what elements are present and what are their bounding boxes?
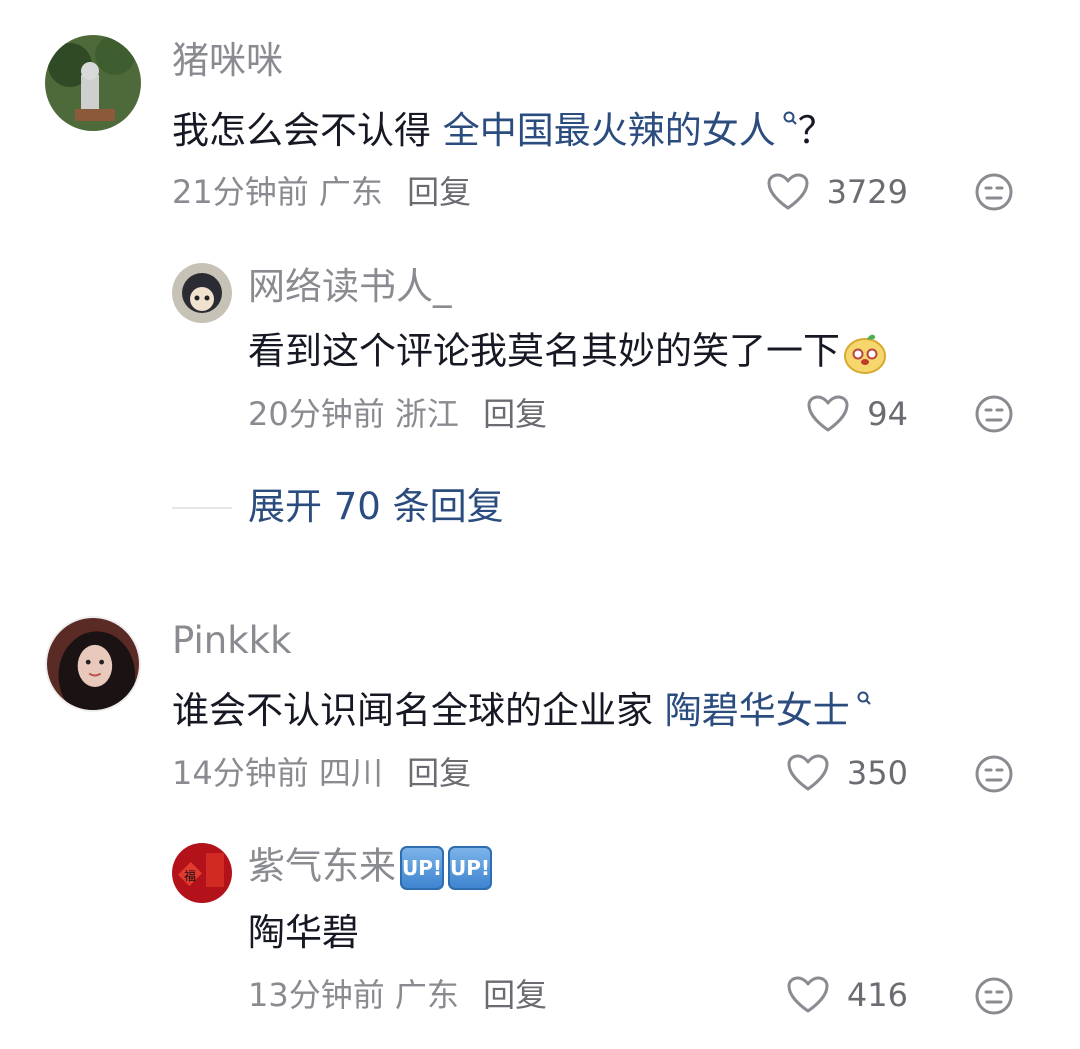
reply-meta: 20分钟前 浙江 回复 [248, 398, 547, 430]
comment-username[interactable]: Pinkkk [172, 622, 292, 659]
reply-button[interactable]: 回复 [483, 976, 547, 1014]
reply-username: 紫气东来 UP! UP! [248, 846, 492, 890]
like-button[interactable]: 416 [787, 973, 908, 1017]
avatar[interactable] [45, 35, 141, 131]
like-count: 416 [846, 976, 908, 1014]
comment-meta: 21分钟前 广东 回复 [172, 176, 471, 208]
reply-text: 看到这个评论我莫名其妙的笑了一下 [248, 330, 888, 376]
comment-location: 广东 [318, 173, 383, 211]
reply-meta: 13分钟前 广东 回复 [248, 979, 547, 1011]
reply-time: 20分钟前 [248, 395, 385, 433]
reply-button[interactable]: 回复 [407, 173, 471, 211]
like-button[interactable]: 350 [787, 751, 908, 795]
reply-username-text[interactable]: 紫气东来 [248, 845, 396, 888]
heart-icon [787, 754, 829, 791]
comment-location: 四川 [318, 754, 383, 792]
up-badge: UP! [400, 846, 444, 890]
up-badge: UP! [448, 846, 492, 890]
like-count: 94 [867, 395, 908, 433]
search-icon[interactable] [856, 690, 872, 706]
comment-text-suffix: ？ [797, 109, 835, 152]
expand-replies-button[interactable]: 展开 70 条回复 [248, 488, 504, 525]
avatar[interactable] [45, 616, 141, 712]
reply-text-content: 看到这个评论我莫名其妙的笑了一下 [248, 329, 840, 373]
comment-username[interactable]: 猪咪咪 [172, 42, 283, 79]
search-icon[interactable] [782, 110, 798, 126]
svg-text:福: 福 [184, 868, 196, 883]
like-count: 350 [846, 754, 908, 792]
reply-location: 广东 [394, 976, 459, 1014]
comment-time: 14分钟前 [172, 754, 309, 792]
comment-text-prefix: 我怎么会不认得 [172, 109, 443, 152]
heart-icon [767, 173, 809, 210]
avatar[interactable]: 福 [172, 843, 232, 903]
dislike-face-icon[interactable] [974, 976, 1014, 1016]
like-button[interactable]: 94 [807, 392, 908, 436]
reply-button[interactable]: 回复 [483, 395, 547, 433]
reply-time: 13分钟前 [248, 976, 385, 1014]
reply-username[interactable]: 网络读书人_ [248, 268, 452, 305]
comment-meta: 14分钟前 四川 回复 [172, 757, 471, 789]
heart-icon [787, 976, 829, 1013]
like-button[interactable]: 3729 [767, 170, 908, 214]
reply-button[interactable]: 回复 [407, 754, 471, 792]
like-count: 3729 [826, 173, 908, 211]
avatar[interactable] [172, 263, 232, 323]
comment-text: 我怎么会不认得 全中国最火辣的女人 ？ [172, 109, 835, 152]
heart-icon [807, 395, 849, 432]
dislike-face-icon[interactable] [974, 172, 1014, 212]
comment-text-prefix: 谁会不认识闻名全球的企业家 [172, 689, 665, 732]
comment-text: 谁会不认识闻名全球的企业家 陶碧华女士 [172, 689, 872, 732]
expand-divider [172, 507, 232, 509]
reply-location: 浙江 [394, 395, 459, 433]
search-link[interactable]: 陶碧华女士 [665, 689, 850, 732]
reply-text: 陶华碧 [248, 911, 359, 954]
emoji-sticker-icon [844, 334, 886, 374]
comment-time: 21分钟前 [172, 173, 309, 211]
search-link[interactable]: 全中国最火辣的女人 [443, 109, 776, 152]
dislike-face-icon[interactable] [974, 394, 1014, 434]
dislike-face-icon[interactable] [974, 754, 1014, 794]
